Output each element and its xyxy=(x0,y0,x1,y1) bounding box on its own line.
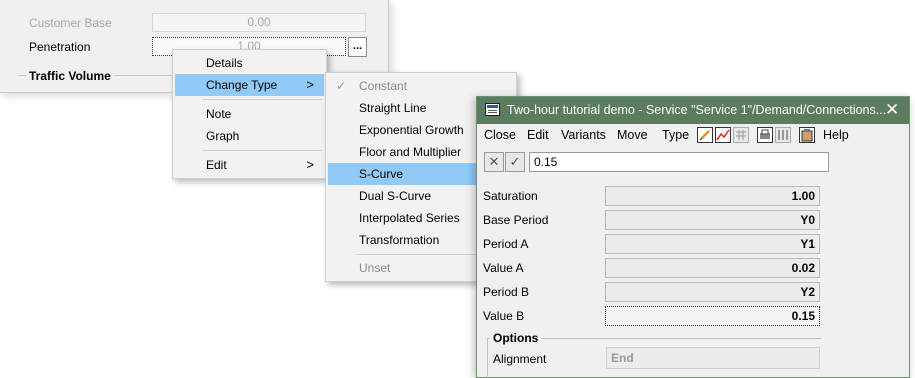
options-title: Options xyxy=(490,331,542,345)
close-icon: ✕ xyxy=(488,154,500,169)
param-value-base-period[interactable]: Y0 xyxy=(605,210,820,230)
dialog-title: Two-hour tutorial demo - Service "Servic… xyxy=(507,103,887,117)
param-label-base-period: Base Period xyxy=(483,213,549,227)
customer-base-field[interactable]: 0.00 xyxy=(152,13,366,32)
value-edit-input[interactable]: 0.15 xyxy=(529,152,829,172)
param-value-period-a[interactable]: Y1 xyxy=(605,234,820,254)
menu-type[interactable]: Type xyxy=(662,128,689,142)
menu-move[interactable]: Move xyxy=(617,128,648,142)
close-icon[interactable]: ✕ xyxy=(885,100,899,120)
param-label-value-a: Value A xyxy=(483,261,524,275)
param-value-period-b[interactable]: Y2 xyxy=(605,282,820,302)
line-chart-icon[interactable] xyxy=(715,127,731,143)
menu-item-label: Change Type xyxy=(206,78,278,92)
menu-item-label: Edit xyxy=(206,158,227,172)
menu-edit[interactable]: Edit xyxy=(527,128,549,142)
submenu-item-label: Transformation xyxy=(359,233,440,247)
alignment-value[interactable]: End xyxy=(606,347,820,369)
submenu-item-label: Floor and Multiplier xyxy=(359,145,462,159)
menu-item-label: Note xyxy=(206,107,232,121)
param-label-period-b: Period B xyxy=(483,285,530,299)
accept-edit-button[interactable]: ✓ xyxy=(505,152,525,172)
menu-close[interactable]: Close xyxy=(484,128,516,142)
options-group-border xyxy=(487,338,488,378)
submenu-item-label: Exponential Growth xyxy=(359,123,464,137)
param-label-period-a: Period A xyxy=(483,237,529,251)
submenu-item-label: S-Curve xyxy=(359,167,404,181)
submenu-item-label: Constant xyxy=(359,79,408,93)
app-window-icon xyxy=(485,103,500,116)
chevron-right-icon: > xyxy=(306,157,314,172)
ellipsis-button[interactable]: ... xyxy=(348,37,367,57)
traffic-volume-title: Traffic Volume xyxy=(26,69,114,83)
columns-icon[interactable] xyxy=(775,127,791,143)
menu-item-label: Graph xyxy=(206,129,240,143)
param-label-saturation: Saturation xyxy=(483,189,538,203)
submenu-item-label: Unset xyxy=(359,261,391,275)
edit-note-icon[interactable] xyxy=(697,127,713,143)
param-value-value-b[interactable]: 0.15 xyxy=(605,306,820,326)
demand-dialog: Two-hour tutorial demo - Service "Servic… xyxy=(476,96,910,378)
menu-item-note[interactable]: Note xyxy=(175,103,324,125)
alignment-label: Alignment xyxy=(493,352,547,366)
submenu-item-label: Interpolated Series xyxy=(359,211,460,225)
submenu-item-constant[interactable]: ✓ Constant xyxy=(328,75,514,97)
menu-help[interactable]: Help xyxy=(823,128,849,142)
chevron-right-icon: > xyxy=(306,77,314,92)
dialog-titlebar[interactable]: Two-hour tutorial demo - Service "Servic… xyxy=(477,97,909,124)
cancel-edit-button[interactable]: ✕ xyxy=(484,152,504,172)
menu-item-label: Details xyxy=(206,56,243,70)
penetration-label: Penetration xyxy=(29,40,91,54)
menu-item-change-type[interactable]: Change Type > xyxy=(175,74,324,96)
submenu-item-label: Straight Line xyxy=(359,101,427,115)
check-icon: ✓ xyxy=(509,154,521,169)
menu-item-graph[interactable]: Graph xyxy=(175,125,324,147)
clipboard-icon[interactable] xyxy=(799,127,815,143)
dialog-menubar: Close Edit Variants Move Type Help xyxy=(477,124,909,146)
table-icon[interactable] xyxy=(733,127,749,143)
menu-separator xyxy=(203,150,322,151)
checkmark-icon: ✓ xyxy=(336,79,347,93)
param-label-value-b: Value B xyxy=(483,309,525,323)
param-value-value-a[interactable]: 0.02 xyxy=(605,258,820,278)
menu-item-details[interactable]: Details xyxy=(175,52,324,74)
param-value-saturation[interactable]: 1.00 xyxy=(605,186,820,206)
submenu-item-label: Dual S-Curve xyxy=(359,189,432,203)
menu-item-edit[interactable]: Edit > xyxy=(175,154,324,176)
printer-icon[interactable] xyxy=(757,127,773,143)
menu-separator xyxy=(203,99,322,100)
customer-base-label: Customer Base xyxy=(29,16,112,30)
context-menu: Details Change Type > Note Graph Edit > xyxy=(172,49,327,179)
menu-variants[interactable]: Variants xyxy=(561,128,606,142)
